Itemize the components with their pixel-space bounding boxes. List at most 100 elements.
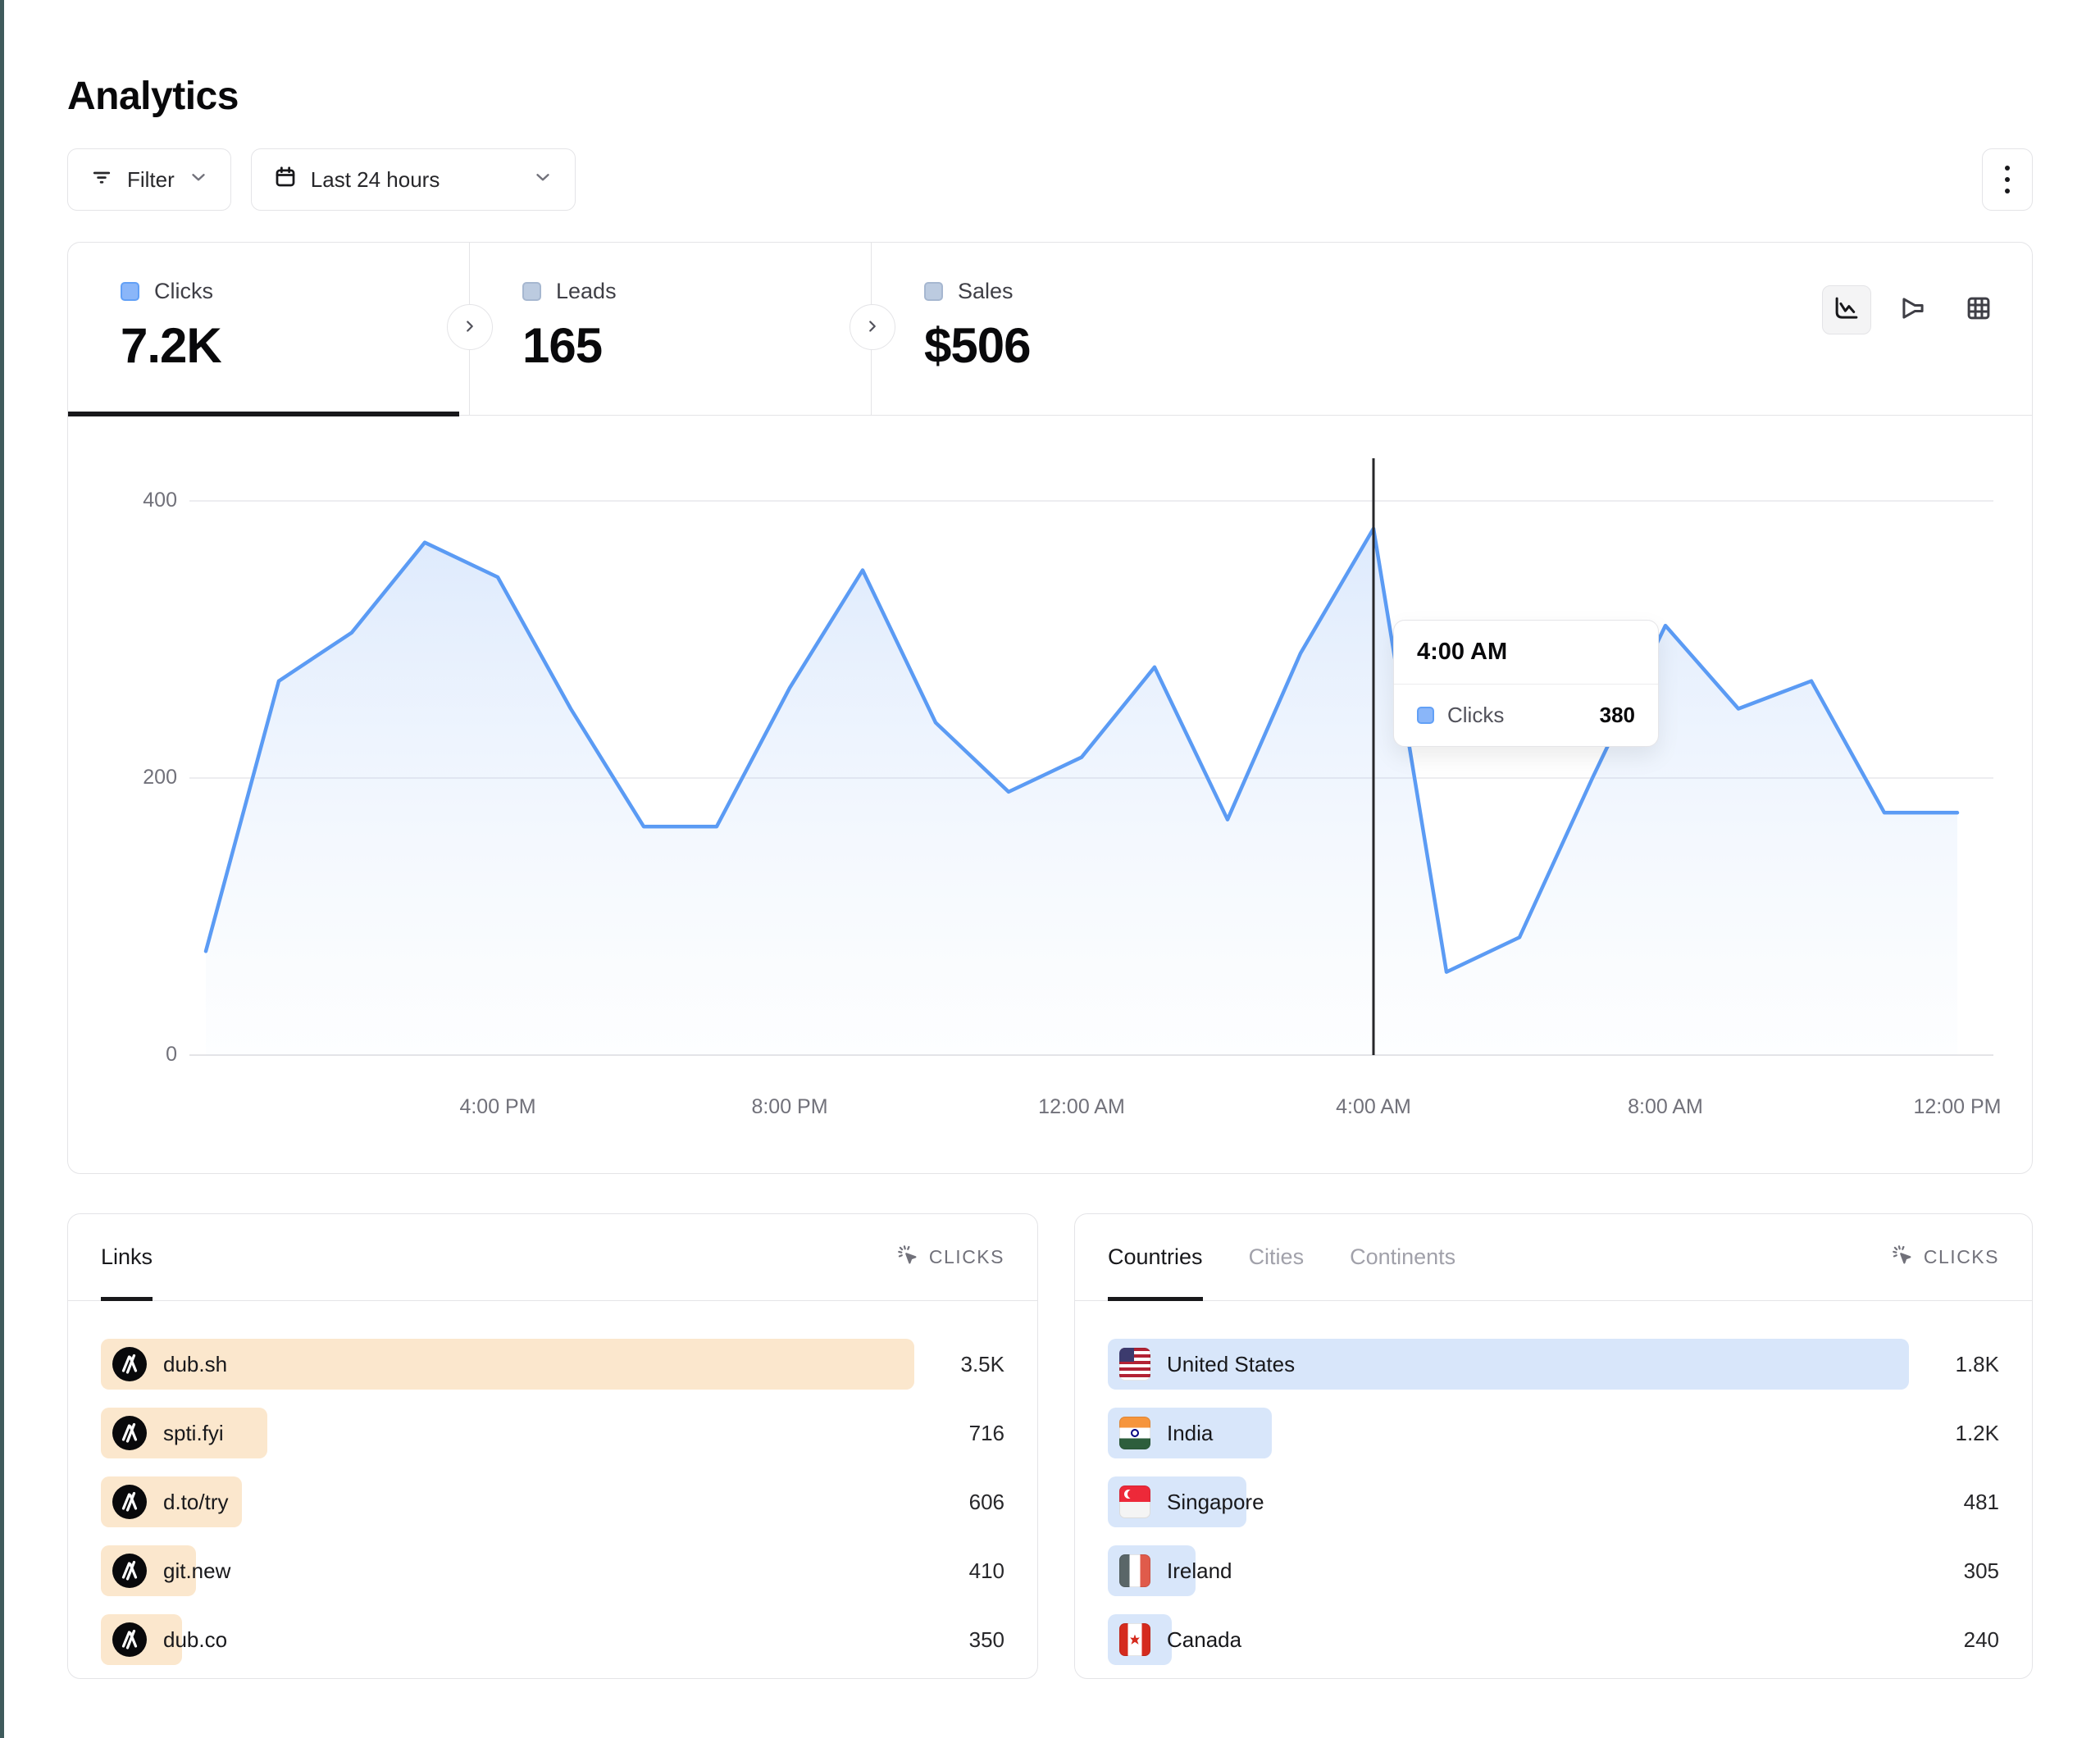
countries-panel: Countries Cities Continents CLICKS United …	[1074, 1213, 2033, 1679]
countries-metric-label: CLICKS	[1924, 1246, 1999, 1268]
chevron-down-icon	[188, 166, 209, 193]
dub-logo-icon	[112, 1347, 147, 1381]
expand-clicks-leads-button[interactable]	[447, 304, 493, 350]
links-panel-header: Links CLICKS	[68, 1214, 1037, 1301]
row-value: 716	[914, 1421, 1004, 1446]
row-name: git.new	[163, 1558, 230, 1584]
chart-view-switcher	[1822, 285, 2002, 334]
row-label: d.to/try	[112, 1485, 228, 1519]
country-row[interactable]: Canada 240	[1108, 1614, 1999, 1665]
x-axis-tick: 8:00 AM	[1628, 1095, 1703, 1119]
country-row[interactable]: United States1.8K	[1108, 1339, 1999, 1390]
links-panel: Links CLICKS dub.sh 3.5K spti.fyi 716 d.to/t…	[67, 1213, 1038, 1679]
row-name: Ireland	[1167, 1558, 1232, 1584]
filter-lines-icon	[89, 165, 114, 195]
row-value: 240	[1909, 1627, 1999, 1653]
row-name: Singapore	[1167, 1490, 1264, 1515]
link-row[interactable]: git.new 410	[101, 1545, 1004, 1596]
clicks-legend-swatch	[121, 282, 139, 301]
more-options-button[interactable]	[1982, 148, 2033, 211]
tab-label: Cities	[1249, 1244, 1305, 1270]
dub-logo-icon	[112, 1416, 147, 1450]
line-chart-view-button[interactable]	[1822, 285, 1871, 334]
row-name: spti.fyi	[163, 1421, 224, 1446]
in-flag-icon	[1119, 1417, 1150, 1449]
leads-legend-swatch	[522, 282, 541, 301]
tab-cities[interactable]: Cities	[1249, 1214, 1305, 1300]
link-row[interactable]: dub.co 350	[101, 1614, 1004, 1665]
table-view-button[interactable]	[1955, 286, 2002, 334]
row-name: Canada	[1167, 1627, 1241, 1653]
link-row[interactable]: dub.sh 3.5K	[101, 1339, 1004, 1390]
chevron-down-icon	[532, 166, 553, 193]
leads-value: 165	[522, 317, 871, 374]
row-name: United States	[1167, 1352, 1295, 1377]
left-edge-accent	[0, 0, 4, 1738]
country-row[interactable]: Singapore 481	[1108, 1476, 1999, 1527]
kebab-menu-icon	[2005, 162, 2010, 197]
sales-legend-swatch	[924, 282, 943, 301]
row-track: dub.sh	[101, 1339, 914, 1390]
row-label: United States	[1119, 1348, 1295, 1381]
chart-tooltip: 4:00 AM Clicks 380	[1393, 620, 1659, 747]
chevron-right-icon	[863, 317, 881, 338]
row-label: dub.co	[112, 1622, 227, 1657]
area-fill	[206, 529, 1957, 1055]
row-label: Canada	[1119, 1623, 1241, 1656]
row-label: Ireland	[1119, 1554, 1232, 1587]
tab-label: Continents	[1350, 1244, 1455, 1270]
country-row[interactable]: Ireland 305	[1108, 1545, 1999, 1596]
countries-rows: United States1.8K India1.2K Singapore 481 Ir…	[1075, 1301, 2032, 1665]
tab-leads[interactable]: Leads 165	[470, 243, 872, 415]
date-range-button[interactable]: Last 24 hours	[251, 148, 576, 211]
y-axis-tick: 0	[79, 1043, 177, 1067]
analytics-chart-card: Clicks 7.2K Leads 165 Sales $506	[67, 242, 2033, 1174]
tab-countries[interactable]: Countries	[1108, 1214, 1203, 1300]
row-name: dub.co	[163, 1627, 227, 1653]
row-value: 3.5K	[914, 1352, 1004, 1377]
countries-panel-header: Countries Cities Continents CLICKS	[1075, 1214, 2032, 1301]
sg-flag-icon	[1119, 1485, 1150, 1518]
row-track: Singapore	[1108, 1476, 1909, 1527]
row-name: dub.sh	[163, 1352, 227, 1377]
active-tab-underline	[68, 412, 459, 416]
tab-continents[interactable]: Continents	[1350, 1214, 1455, 1300]
filter-button[interactable]: Filter	[67, 148, 231, 211]
country-row[interactable]: India1.2K	[1108, 1408, 1999, 1458]
row-track: United States	[1108, 1339, 1909, 1390]
tooltip-time: 4:00 AM	[1394, 621, 1658, 685]
row-value: 350	[914, 1627, 1004, 1653]
stats-tabs-row: Clicks 7.2K Leads 165 Sales $506	[68, 243, 2032, 416]
tooltip-value: 380	[1600, 703, 1635, 728]
row-value: 606	[914, 1490, 1004, 1515]
tab-underline	[1108, 1297, 1203, 1301]
row-value: 410	[914, 1558, 1004, 1584]
row-value: 305	[1909, 1558, 1999, 1584]
funnel-view-button[interactable]	[1889, 286, 1937, 334]
y-axis-tick: 200	[79, 766, 177, 789]
links-metric-label: CLICKS	[929, 1246, 1004, 1268]
row-track: d.to/try	[101, 1476, 914, 1527]
row-track: dub.co	[101, 1614, 914, 1665]
x-axis-tick: 8:00 PM	[751, 1095, 827, 1119]
link-row[interactable]: d.to/try 606	[101, 1476, 1004, 1527]
tab-sales[interactable]: Sales $506	[872, 243, 1273, 415]
toolbar: Filter Last 24 hours	[67, 148, 2033, 211]
date-range-label: Last 24 hours	[311, 167, 440, 193]
row-label: git.new	[112, 1554, 230, 1588]
x-axis-tick: 12:00 PM	[1913, 1095, 2001, 1119]
row-track: git.new	[101, 1545, 914, 1596]
dub-logo-icon	[112, 1622, 147, 1657]
row-value: 481	[1909, 1490, 1999, 1515]
countries-metric-toggle[interactable]: CLICKS	[1891, 1244, 1999, 1272]
tab-links[interactable]: Links	[101, 1214, 153, 1300]
row-value: 1.2K	[1909, 1421, 1999, 1446]
ie-flag-icon	[1119, 1554, 1150, 1587]
row-label: dub.sh	[112, 1347, 227, 1381]
link-row[interactable]: spti.fyi 716	[101, 1408, 1004, 1458]
links-metric-toggle[interactable]: CLICKS	[896, 1244, 1004, 1272]
clicks-area-chart[interactable]: 4:00 PM8:00 PM12:00 AM4:00 AM8:00 AM12:0…	[189, 493, 2003, 1149]
tab-clicks[interactable]: Clicks 7.2K	[68, 243, 470, 415]
expand-leads-sales-button[interactable]	[850, 304, 895, 350]
line-chart-icon	[1831, 293, 1862, 328]
